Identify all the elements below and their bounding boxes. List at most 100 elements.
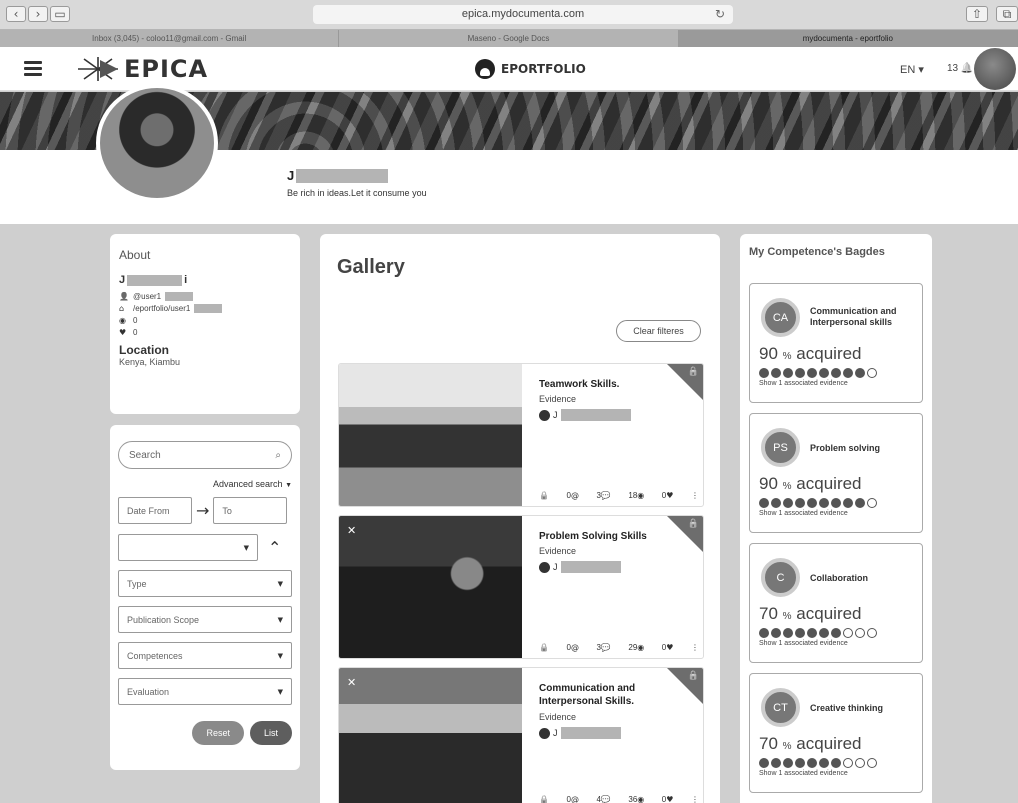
progress-dot-filled <box>843 498 853 508</box>
gallery-item[interactable]: ✕ 🔒 Problem Solving Skills Evidence J 🔒 … <box>338 515 704 659</box>
filter-actions: Reset List <box>118 721 292 745</box>
back-icon[interactable]: ‹ <box>6 6 26 22</box>
competence-badge[interactable]: CA Communication and Interpersonal skill… <box>749 283 923 403</box>
profile-name-text: J <box>287 168 295 183</box>
language-selector[interactable]: EN ▾ <box>900 63 924 76</box>
stat-group: 0♥ <box>662 643 674 652</box>
logo[interactable]: EPICA <box>76 55 208 83</box>
gallery-title: Gallery <box>337 256 405 278</box>
close-icon[interactable]: ✕ <box>347 676 356 689</box>
browser-tabbar: Inbox (3,045) - coloo11@gmail.com - Gmai… <box>0 30 1018 47</box>
browser-tab[interactable]: Inbox (3,045) - coloo11@gmail.com - Gmai… <box>0 30 340 47</box>
brand: EPORTFOLIO <box>475 59 586 79</box>
logo-text: EPICA <box>124 55 209 83</box>
progress-dot-filled <box>783 368 793 378</box>
tabs-icon[interactable]: ⧉ <box>996 6 1018 22</box>
sidebar-icon[interactable]: ▭ <box>50 6 70 22</box>
progress-dot-filled <box>819 368 829 378</box>
more-icon[interactable]: ⋮ <box>691 643 699 652</box>
forward-icon[interactable]: › <box>28 6 48 22</box>
item-subtitle: Evidence <box>539 712 577 722</box>
item-stats: 🔒 0@ 3💬 29◉ 0♥ ⋮ <box>539 643 699 652</box>
arrow-right-icon: → <box>196 501 210 520</box>
date-from-placeholder: Date From <box>127 505 170 516</box>
search-input[interactable]: Search ⌕ <box>118 441 292 469</box>
at-icon: @ <box>570 643 579 652</box>
location-value: Kenya, Kiambu <box>119 357 181 367</box>
progress-dot-filled <box>831 498 841 508</box>
reset-button[interactable]: Reset <box>192 721 244 745</box>
search-icon: ⌕ <box>275 449 281 461</box>
about-name-initial: J <box>119 274 126 286</box>
date-to-field[interactable]: To <box>213 497 288 524</box>
show-evidence-link[interactable]: Show 1 associated evidence <box>759 510 848 517</box>
competences-select[interactable]: Competences ▼ <box>118 642 292 669</box>
competence-badge[interactable]: C Collaboration 70 % acquired Show 1 ass… <box>749 543 923 663</box>
brand-label: EPORTFOLIO <box>501 62 586 76</box>
redacted-block <box>127 274 183 286</box>
reload-icon[interactable]: ↻ <box>715 5 725 24</box>
progress-dots <box>759 758 877 768</box>
progress-dot-filled <box>771 758 781 768</box>
type-select[interactable]: Type ▼ <box>118 570 292 597</box>
address-bar[interactable]: epica.mydocumenta.com <box>313 5 733 24</box>
item-title[interactable]: Problem Solving Skills <box>539 530 699 543</box>
evidence-thumbnail[interactable] <box>339 516 522 658</box>
show-evidence-link[interactable]: Show 1 associated evidence <box>759 640 848 647</box>
progress-dot-filled <box>795 498 805 508</box>
list-button[interactable]: List <box>249 721 292 745</box>
evaluation-select[interactable]: Evaluation ▼ <box>118 678 292 705</box>
advanced-search-toggle[interactable]: Advanced search ▼ <box>118 479 292 489</box>
heart-icon: ♥ <box>666 795 674 803</box>
progress-dot-filled <box>807 368 817 378</box>
search-placeholder: Search <box>129 449 161 461</box>
profile-tagline: Be rich in ideas.Let it consume you <box>287 188 427 198</box>
home-icon: ⌂ <box>119 304 125 313</box>
show-evidence-link[interactable]: Show 1 associated evidence <box>759 770 848 777</box>
item-title[interactable]: Communication and Interpersonal Skills. <box>539 682 699 708</box>
more-icon[interactable]: ⋮ <box>691 491 699 500</box>
publication-scope-select[interactable]: Publication Scope ▼ <box>118 606 292 633</box>
caret-down-icon: ▼ <box>243 543 249 552</box>
about-url[interactable]: ⌂ /eportfolio/user1 <box>119 304 291 313</box>
menu-icon[interactable] <box>24 61 42 76</box>
about-name: J i <box>119 274 291 286</box>
progress-dots <box>759 628 877 638</box>
likes-count: 0 <box>133 328 138 337</box>
chevron-up-icon[interactable]: ⌃ <box>268 538 281 557</box>
competence-badge[interactable]: CT Creative thinking 70 % acquired Show … <box>749 673 923 793</box>
progress-dot-filled <box>783 498 793 508</box>
gallery-item[interactable]: 🔒 Teamwork Skills. Evidence J 🔒 0@ 3💬 18… <box>338 363 704 507</box>
badge-name: Creative thinking <box>810 703 884 713</box>
show-evidence-link[interactable]: Show 1 associated evidence <box>759 380 848 387</box>
evidence-thumbnail[interactable] <box>339 668 522 803</box>
progress-dot-empty <box>867 368 877 378</box>
caret-down-icon: ▼ <box>277 687 283 696</box>
notifications[interactable]: 13 🔔 <box>947 63 973 74</box>
chat-icon: 💬 <box>600 643 611 652</box>
badge-name: Problem solving <box>810 443 881 453</box>
progress-dot-empty <box>867 498 877 508</box>
item-title[interactable]: Teamwork Skills. <box>539 378 699 391</box>
item-author: J <box>539 409 631 421</box>
progress-dot-filled <box>855 498 865 508</box>
stat-group: 4💬 <box>596 795 610 803</box>
share-icon[interactable]: ⇧ <box>966 6 988 22</box>
date-from-field[interactable]: Date From <box>118 497 192 524</box>
progress-dot-filled <box>819 628 829 638</box>
badge-icon: PS <box>761 428 800 467</box>
more-icon[interactable]: ⋮ <box>691 795 699 803</box>
clear-filters-button[interactable]: Clear filteres <box>616 320 701 342</box>
browser-tab[interactable]: Maseno - Google Docs <box>339 30 679 47</box>
lock-icon: 🔒 <box>539 795 549 803</box>
competence-badge[interactable]: PS Problem solving 90 % acquired Show 1 … <box>749 413 923 533</box>
unnamed-select[interactable]: ▼ <box>118 534 258 561</box>
progress-dot-filled <box>759 758 769 768</box>
progress-dot-filled <box>783 628 793 638</box>
gallery-item[interactable]: ✕ 🔒 Communication and Interpersonal Skil… <box>338 667 704 803</box>
avatar[interactable] <box>974 48 1016 90</box>
gallery-card: Gallery Clear filteres 🔒 Teamwork Skills… <box>320 234 720 803</box>
close-icon[interactable]: ✕ <box>347 524 356 537</box>
browser-tab-active[interactable]: mydocumenta - eportfolio <box>678 30 1018 47</box>
evidence-thumbnail[interactable] <box>339 364 522 506</box>
